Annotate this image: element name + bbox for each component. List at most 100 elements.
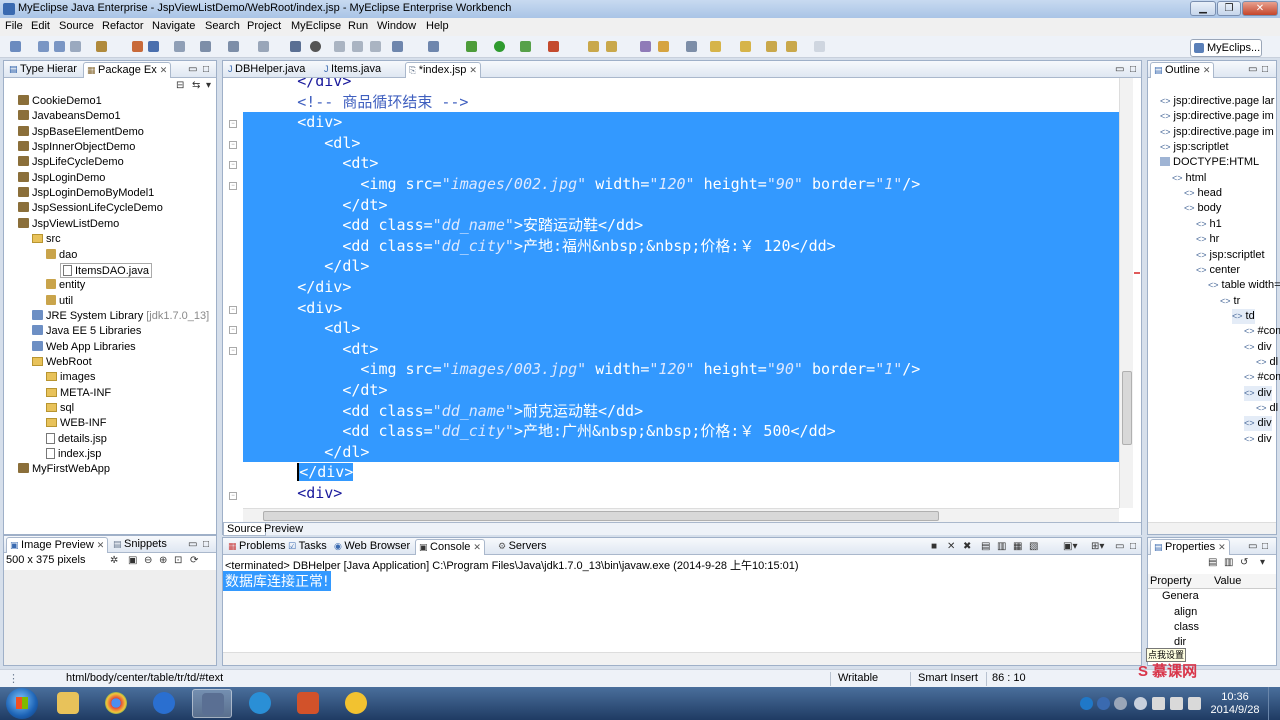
back-icon[interactable] xyxy=(766,41,777,52)
tree-item[interactable]: details.jsp xyxy=(46,432,107,447)
code-line[interactable]: </dl> xyxy=(243,441,1119,463)
tree-item[interactable]: util xyxy=(46,294,73,309)
property-row[interactable]: align xyxy=(1174,606,1197,618)
outline-item[interactable]: <> table width= xyxy=(1208,278,1280,293)
menu-refactor[interactable]: Refactor xyxy=(102,20,144,32)
menu-navigate[interactable]: Navigate xyxy=(152,20,195,32)
outline-scrollbar[interactable] xyxy=(1148,522,1276,534)
menu-window[interactable]: Window xyxy=(377,20,416,32)
outline-item[interactable]: <> html xyxy=(1172,171,1206,186)
change-marker[interactable] xyxy=(1134,272,1140,274)
tree-item[interactable]: JspLifeCycleDemo xyxy=(18,155,124,170)
settings-icon[interactable]: ✲ xyxy=(110,555,118,566)
tree-item[interactable]: JspInnerObjectDemo xyxy=(18,140,135,155)
tab-problems[interactable]: ▦ Problems xyxy=(225,539,288,555)
maximize-view-icon[interactable]: □ xyxy=(1262,64,1268,75)
record-icon[interactable] xyxy=(310,41,321,52)
close-button[interactable]: ✕ xyxy=(1242,1,1278,16)
tree-item[interactable]: images xyxy=(46,370,95,385)
link-editor-icon[interactable]: ⇆ xyxy=(192,80,200,91)
outline-item[interactable]: <> td xyxy=(1232,308,1255,324)
editor-horizontal-scrollbar[interactable] xyxy=(243,508,1119,522)
fold-marker-icon[interactable]: − xyxy=(229,347,237,355)
tree-item[interactable]: JRE System Library [jdk1.7.0_13] xyxy=(32,309,209,324)
collapse-all-icon[interactable]: ⊟ xyxy=(176,80,184,91)
code-line[interactable]: <img src="images/003.jpg" width="120" he… xyxy=(243,359,1119,380)
pin-icon[interactable] xyxy=(814,41,825,52)
tab-snippets[interactable]: ▤ Snippets xyxy=(110,537,170,553)
tree-item[interactable]: JspSessionLifeCycleDemo xyxy=(18,201,163,216)
deploy-icon[interactable] xyxy=(132,41,143,52)
tree-item[interactable]: MyFirstWebApp xyxy=(18,462,110,477)
menu-project[interactable]: Project xyxy=(247,20,281,32)
new-icon[interactable] xyxy=(10,41,21,52)
fold-marker-icon[interactable]: − xyxy=(229,492,237,500)
close-icon[interactable]: ✕ xyxy=(469,65,477,75)
code-line[interactable]: <dt> xyxy=(243,338,1119,360)
actual-size-icon[interactable]: ⊡ xyxy=(174,555,182,566)
tree-item[interactable]: entity xyxy=(46,278,85,293)
taskbar-media-player[interactable] xyxy=(144,689,184,718)
fit-icon[interactable]: ▣ xyxy=(128,555,137,566)
categories-icon[interactable]: ▤ xyxy=(1208,557,1217,568)
view-menu-icon[interactable]: ▾ xyxy=(1260,557,1265,568)
editor-vertical-scrollbar[interactable] xyxy=(1119,78,1133,508)
code-line[interactable]: </dl> xyxy=(243,256,1119,277)
tree-item[interactable]: dao xyxy=(46,248,77,263)
tree-item[interactable]: index.jsp xyxy=(46,447,101,462)
menu-myeclipse[interactable]: MyEclipse xyxy=(291,20,341,32)
show-desktop-button[interactable] xyxy=(1268,687,1280,720)
tab-image-preview[interactable]: ▣ Image Preview ✕ xyxy=(6,537,109,553)
tab-index-jsp[interactable]: ⎘ *index.jsp ✕ xyxy=(405,62,481,78)
taskbar-powerpoint[interactable] xyxy=(288,689,328,718)
minimize-view-icon[interactable]: ▭ xyxy=(1115,64,1124,75)
word-wrap-icon[interactable]: ▦ xyxy=(1013,541,1022,552)
open-type-icon[interactable] xyxy=(200,41,211,52)
code-line[interactable]: <dt> xyxy=(243,153,1119,174)
tree-item[interactable]: src xyxy=(32,232,61,247)
outline-item[interactable]: <> hr xyxy=(1196,232,1219,247)
fold-marker-icon[interactable]: − xyxy=(229,306,237,314)
outline-item[interactable]: <> div xyxy=(1244,432,1272,447)
clear-console-icon[interactable]: ▤ xyxy=(981,541,990,552)
outline-item[interactable]: <> jsp:directive.page im xyxy=(1160,125,1274,140)
tab-web-browser[interactable]: ◉ Web Browser xyxy=(331,539,413,555)
view-menu-icon[interactable]: ▾ xyxy=(206,80,211,91)
minimize-view-icon[interactable]: ▭ xyxy=(188,539,197,550)
outline-item[interactable]: <> div xyxy=(1244,416,1272,432)
debug-icon[interactable] xyxy=(466,41,477,52)
server-icon[interactable] xyxy=(148,41,159,52)
minimize-button[interactable]: ▁ xyxy=(1190,1,1216,16)
zoom-in-icon[interactable]: ⊕ xyxy=(159,555,167,566)
tree-item[interactable]: JspViewListDemo xyxy=(18,217,119,232)
scroll-lock-icon[interactable]: ▥ xyxy=(997,541,1006,552)
code-line[interactable]: </div> xyxy=(243,462,1119,483)
coverage-icon[interactable] xyxy=(520,41,531,52)
scrollbar-thumb[interactable] xyxy=(1122,371,1132,445)
code-line[interactable]: </dt> xyxy=(243,380,1119,401)
code-line[interactable]: <div> xyxy=(243,483,1119,504)
close-icon[interactable]: ✕ xyxy=(1203,65,1211,75)
code-line[interactable]: <dl> xyxy=(243,318,1119,339)
menu-help[interactable]: Help xyxy=(426,20,449,32)
fold-marker-icon[interactable]: − xyxy=(229,326,237,334)
tab-package-explorer[interactable]: ▦ Package Ex ✕ xyxy=(83,62,172,78)
code-line[interactable]: <img src="images/002.jpg" width="120" he… xyxy=(243,174,1119,195)
browser-icon[interactable] xyxy=(174,41,185,52)
zoom-out-icon[interactable]: ⊖ xyxy=(144,555,152,566)
tab-dbhelper[interactable]: J DBHelper.java xyxy=(225,62,308,78)
menu-file[interactable]: File xyxy=(5,20,23,32)
run-icon[interactable] xyxy=(494,41,505,52)
taskbar-chrome[interactable] xyxy=(96,689,136,718)
taskbar-clock[interactable]: 10:36 2014/9/28 xyxy=(1210,691,1260,717)
tree-item[interactable]: WEB-INF xyxy=(46,416,106,431)
tree-item[interactable]: JavabeansDemo1 xyxy=(18,109,121,124)
open-perspective-icon[interactable] xyxy=(640,41,651,52)
close-icon[interactable]: ✕ xyxy=(97,540,105,550)
maximize-view-icon[interactable]: □ xyxy=(203,64,209,75)
minimize-view-icon[interactable]: ▭ xyxy=(188,64,197,75)
property-row[interactable]: class xyxy=(1174,621,1199,633)
open-console-icon[interactable]: ⊞▾ xyxy=(1091,541,1104,552)
tray-network-icon[interactable] xyxy=(1170,697,1183,710)
tray-flag-icon[interactable] xyxy=(1152,697,1165,710)
